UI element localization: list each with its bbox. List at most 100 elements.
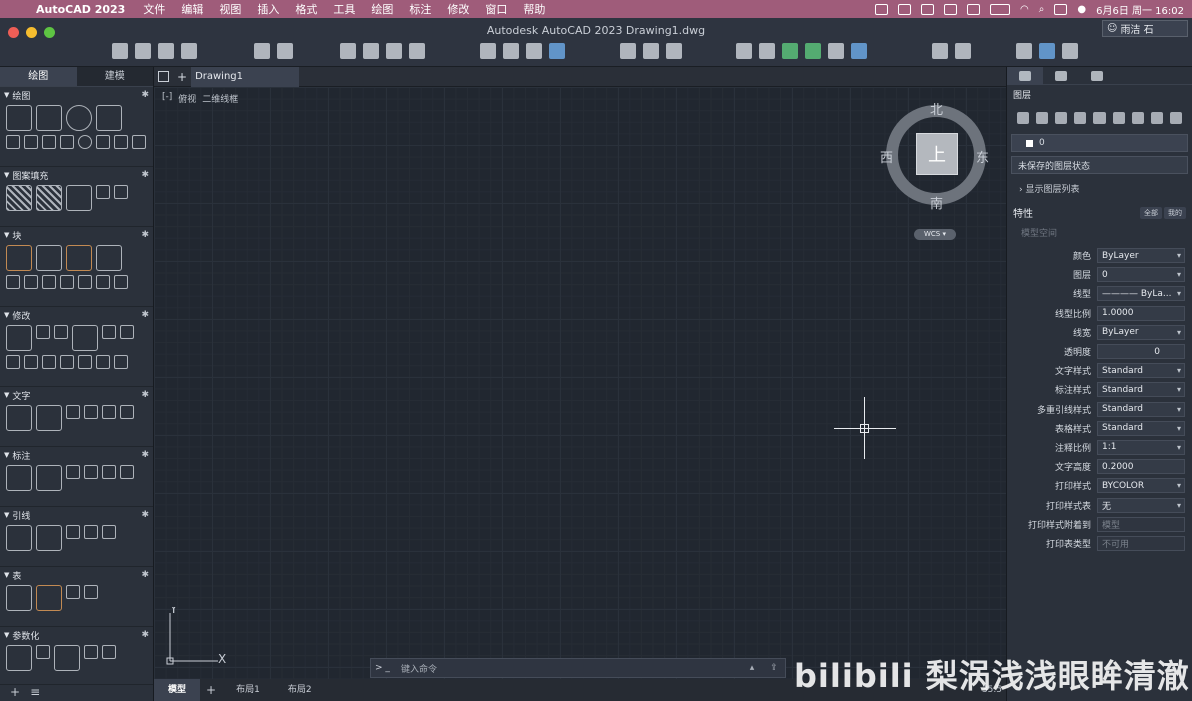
layer-icon[interactable] (1055, 112, 1068, 124)
properties-icon[interactable] (736, 43, 752, 59)
compass-west[interactable]: 西 (880, 147, 893, 166)
insert-block-icon[interactable] (36, 245, 62, 271)
compass-south[interactable]: 南 (930, 193, 943, 212)
gear-icon[interactable]: ✱ (141, 510, 149, 520)
revcloud-icon[interactable] (132, 135, 146, 149)
tab-layers[interactable] (1007, 67, 1043, 85)
dim-icon[interactable] (66, 465, 80, 479)
collapse-icon[interactable]: ▼ (4, 631, 9, 639)
layout-icon[interactable] (480, 43, 496, 59)
explode-icon[interactable] (96, 355, 110, 369)
menu-modify[interactable]: 修改 (447, 1, 469, 17)
layer-state-select[interactable]: 未保存的图层状态 (1011, 156, 1188, 174)
find-text-icon[interactable] (102, 405, 116, 419)
stretch-icon[interactable] (6, 355, 20, 369)
menu-file[interactable]: 文件 (143, 1, 165, 17)
markup-icon[interactable] (828, 43, 844, 59)
collapse-icon[interactable]: ▼ (4, 231, 9, 239)
gear-icon[interactable]: ✱ (141, 450, 149, 460)
block-icon[interactable] (114, 275, 128, 289)
prop-value[interactable]: 0 (1097, 267, 1185, 283)
prop-value[interactable]: ByLayer (1097, 248, 1185, 264)
drawing-canvas[interactable]: [-] 俯视 二维线框 上 北 南 东 西 WCS ▾ Y X > _ 键入命令… (154, 87, 1006, 679)
menu-view[interactable]: 视图 (219, 1, 241, 17)
prop-value[interactable]: ———— ByLa... (1097, 286, 1185, 302)
gear-icon[interactable]: ✱ (141, 310, 149, 320)
command-input[interactable]: 键入命令 (401, 662, 741, 675)
rectangle-icon[interactable] (96, 105, 122, 131)
prop-value[interactable]: 1:1 (1097, 439, 1185, 455)
layer-icon[interactable] (1169, 112, 1182, 124)
tab-drawing1[interactable]: Drawing1 (191, 66, 300, 87)
linear-dim-icon[interactable] (6, 465, 32, 491)
create-block-icon[interactable] (6, 245, 32, 271)
viewcube-top-face[interactable]: 上 (916, 133, 958, 175)
menu-edit[interactable]: 编辑 (181, 1, 203, 17)
boundary-icon[interactable] (66, 185, 92, 211)
hatch-icon[interactable] (6, 185, 32, 211)
collapse-icon[interactable]: ▼ (4, 571, 9, 579)
menu-window[interactable]: 窗口 (485, 1, 507, 17)
polyline-icon[interactable] (36, 105, 62, 131)
user-account[interactable]: ☺ 雨洁 石 (1102, 20, 1188, 37)
calculator-icon[interactable] (851, 43, 867, 59)
tab-model[interactable]: 模型 (154, 679, 201, 701)
lock-icon[interactable] (84, 645, 98, 659)
block-icon[interactable] (24, 275, 38, 289)
gear-icon[interactable]: ✱ (141, 170, 149, 180)
battery-icon[interactable] (990, 3, 1011, 15)
control-center-icon[interactable] (1054, 3, 1068, 15)
menu-insert[interactable]: 插入 (257, 1, 279, 17)
pan-icon[interactable] (643, 43, 659, 59)
spotlight-icon[interactable]: ⌕ (1039, 4, 1045, 15)
layer-icon[interactable] (1017, 112, 1030, 124)
statusbar-app-icon[interactable] (875, 3, 889, 15)
offset-icon[interactable] (42, 355, 56, 369)
publish-icon[interactable] (386, 43, 402, 59)
block-icon[interactable] (78, 275, 92, 289)
circle-icon[interactable] (66, 105, 92, 131)
prop-value[interactable]: 无 (1097, 497, 1185, 513)
palette-icon[interactable] (1016, 43, 1032, 59)
constraint-icon[interactable] (102, 645, 116, 659)
prop-value[interactable]: Standard (1097, 363, 1185, 379)
zoom-window-icon[interactable] (620, 43, 636, 59)
gear-icon[interactable]: ✱ (141, 630, 149, 640)
collapse-icon[interactable]: ▼ (4, 311, 9, 319)
leader-align-icon[interactable] (102, 525, 116, 539)
attribute-icon[interactable] (6, 275, 20, 289)
save-as-icon[interactable] (181, 43, 197, 59)
add-icon[interactable]: + (10, 685, 20, 699)
spline-icon[interactable] (24, 135, 38, 149)
move-icon[interactable] (6, 325, 32, 351)
trim-icon[interactable] (72, 325, 98, 351)
plot-icon[interactable] (363, 43, 379, 59)
block-attribute-icon[interactable] (96, 245, 122, 271)
region-icon[interactable] (96, 185, 110, 199)
text-style-icon[interactable] (66, 405, 80, 419)
layer-icon[interactable] (1150, 112, 1163, 124)
share-icon[interactable]: ⇪ (763, 663, 785, 673)
collapse-icon[interactable]: ▼ (4, 451, 9, 459)
tab-layout2[interactable]: 布局2 (274, 679, 326, 701)
collapse-icon[interactable]: ▼ (4, 91, 9, 99)
polygon-icon[interactable] (96, 135, 110, 149)
spell-check-icon[interactable] (84, 405, 98, 419)
wifi-icon[interactable]: ◠ (1020, 4, 1029, 15)
grid-icon[interactable] (158, 71, 169, 82)
ellipse-icon[interactable] (78, 135, 92, 149)
layer-icon[interactable] (1112, 112, 1125, 124)
data-link-icon[interactable] (36, 585, 62, 611)
aligned-dim-icon[interactable] (36, 465, 62, 491)
filter-all-button[interactable]: 全部 (1140, 206, 1162, 219)
show-layer-list[interactable]: › 显示图层列表 (1007, 178, 1192, 199)
xref-icon[interactable] (955, 43, 971, 59)
erase-icon[interactable] (114, 355, 128, 369)
app-menu[interactable]: AutoCAD 2023 (36, 3, 125, 16)
sheet-set-icon[interactable] (526, 43, 542, 59)
prop-value[interactable]: Standard (1097, 401, 1185, 417)
cloud-icon[interactable] (1039, 43, 1055, 59)
fillet-icon[interactable] (102, 325, 116, 339)
multiline-text-icon[interactable] (6, 405, 32, 431)
viewcube[interactable]: 上 北 南 东 西 (880, 103, 989, 212)
